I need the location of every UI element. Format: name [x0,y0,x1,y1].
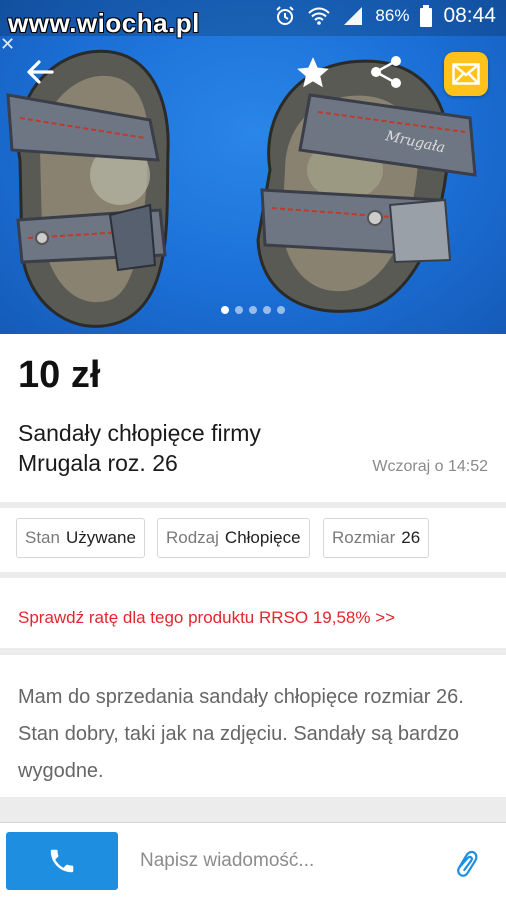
gallery-dot[interactable] [221,306,229,314]
call-seller-button[interactable] [6,832,118,890]
listing-photo-gallery[interactable]: Mrugała www.wiocha.pl 86% 08:44 ✕ [0,0,506,334]
sandals-photo: Mrugała [6,49,477,328]
param-value: Używane [65,528,136,547]
gallery-dot[interactable] [249,306,257,314]
param-key: Stan [25,528,60,547]
installment-promo-card[interactable]: Sprawdź ratę dla tego produktu RRSO 19,5… [0,578,506,648]
battery-icon [420,5,433,27]
battery-percent: 86% [375,6,410,25]
param-key: Rodzaj [166,528,219,547]
gallery-pagination-dots[interactable] [221,306,285,314]
listing-price: 10 zł [18,354,101,396]
message-seller-button[interactable] [444,52,488,96]
alarm-icon [276,6,295,25]
param-rozmiar: Rozmiar 26 [323,518,430,558]
param-key: Rozmiar [332,528,396,547]
listing-title: Sandały chłopięce firmy Mrugala roz. 26 [18,420,261,476]
site-watermark: www.wiocha.pl [8,8,200,38]
gallery-dot[interactable] [235,306,243,314]
listing-params: Stan Używane Rodzaj Chłopięce Rozmiar 26 [0,508,506,572]
param-value: 26 [401,528,421,547]
listing-header-card: 10 zł Sandały chłopięce firmy Mrugala ro… [0,334,506,502]
share-icon[interactable] [366,52,406,92]
olx-logo-fragment: ✕ [0,34,16,54]
gallery-dot[interactable] [277,306,285,314]
param-value: Chłopięce [224,528,301,547]
listing-description: Mam do sprzedania sandały chłopięce rozm… [18,686,464,782]
back-arrow-icon[interactable] [22,54,58,90]
param-stan: Stan Używane [16,518,145,558]
status-icons: 86% 08:44 [273,4,496,28]
clock: 08:44 [443,4,496,27]
wifi-icon [308,7,331,25]
star-icon[interactable] [294,54,332,92]
mail-icon [452,63,480,85]
listing-description-card: Mam do sprzedania sandały chłopięce rozm… [0,655,506,797]
signal-icon [344,7,363,25]
gallery-dot[interactable] [263,306,271,314]
phone-icon [50,849,74,873]
param-rodzaj: Rodzaj Chłopięce [157,518,310,558]
listing-date: Wczoraj o 14:52 [372,458,488,475]
installment-promo-link[interactable]: Sprawdź ratę dla tego produktu RRSO 19,5… [18,608,395,628]
paperclip-icon[interactable] [450,847,482,879]
contact-bar [0,823,506,900]
message-input[interactable] [130,841,430,881]
